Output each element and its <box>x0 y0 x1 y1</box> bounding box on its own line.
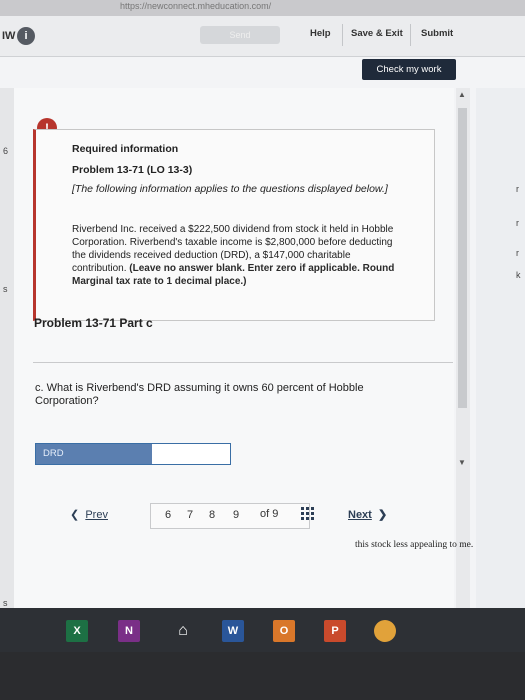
page-count: of 9 <box>260 508 279 520</box>
answer-row: DRD <box>35 443 231 465</box>
info-note: [The following information applies to th… <box>72 183 388 195</box>
help-button[interactable]: Help <box>310 28 331 39</box>
url-text[interactable]: https://newconnect.mheducation.com/ <box>120 1 271 11</box>
left-strip-text: 6 <box>3 146 9 156</box>
info-icon[interactable]: i <box>17 27 35 45</box>
page-number[interactable]: 8 <box>209 509 215 521</box>
powerpoint-icon[interactable]: P <box>324 620 346 642</box>
right-background-panel: r r r k <box>476 88 525 608</box>
onenote-icon[interactable]: N <box>118 620 140 642</box>
page-number[interactable]: 7 <box>187 509 193 521</box>
drd-label: DRD <box>36 444 152 464</box>
right-strip-text: k <box>516 270 521 280</box>
check-my-work-button[interactable]: Check my work <box>362 59 456 80</box>
scroll-up-icon[interactable]: ▲ <box>458 90 466 99</box>
submit-button[interactable]: Submit <box>421 28 453 39</box>
grid-icon[interactable] <box>300 506 316 522</box>
toolbar-divider <box>410 24 411 46</box>
brand-label: IW <box>2 30 16 42</box>
outlook-icon[interactable]: O <box>273 620 295 642</box>
excel-icon[interactable]: X <box>66 620 88 642</box>
next-button[interactable]: Next ❯ <box>348 508 387 521</box>
right-strip-text: r <box>516 218 519 228</box>
drd-input[interactable] <box>153 444 230 464</box>
send-button[interactable]: Send <box>200 26 280 44</box>
save-exit-button[interactable]: Save & Exit <box>351 28 403 39</box>
page-number[interactable]: 9 <box>233 509 239 521</box>
browser-icon[interactable] <box>374 620 396 642</box>
divider <box>33 362 453 363</box>
left-background-panel: 6 s s <box>0 88 14 608</box>
browser-address-bar: https://newconnect.mheducation.com/ <box>0 0 525 16</box>
scroll-thumb[interactable] <box>458 108 467 408</box>
page-number[interactable]: 6 <box>165 509 171 521</box>
scroll-down-icon[interactable]: ▼ <box>458 458 466 467</box>
pagination: ❮ Prev 6 7 8 9 of 9 Next ❯ <box>60 503 422 529</box>
right-strip-text: r <box>516 248 519 258</box>
word-icon[interactable]: W <box>222 620 244 642</box>
top-toolbar: IW i Send Help Save & Exit Submit <box>0 16 525 57</box>
page-selector: 6 7 8 9 <box>150 503 310 529</box>
prev-button[interactable]: ❮ Prev <box>70 508 108 521</box>
taskbar: X N ⌂ W O P <box>0 616 525 652</box>
prev-label: Prev <box>85 509 108 521</box>
left-strip-text: s <box>3 284 8 294</box>
question-text: c. What is Riverbend's DRD assuming it o… <box>35 382 364 407</box>
left-strip-text: s <box>3 598 8 608</box>
right-strip-text: r <box>516 184 519 194</box>
toolbar-divider <box>342 24 343 46</box>
problem-text: Riverbend Inc. received a $222,500 divid… <box>72 223 402 288</box>
problem-heading: Problem 13-71 (LO 13-3) <box>72 164 193 176</box>
home-icon[interactable]: ⌂ <box>172 620 194 642</box>
background-paper-text: this stock less appealing to me. <box>355 540 474 550</box>
part-title: Problem 13-71 Part c <box>34 316 153 330</box>
app-screen: IW i Send Help Save & Exit Submit Check … <box>0 16 525 608</box>
required-title: Required information <box>72 143 179 155</box>
required-information-box: Required information Problem 13-71 (LO 1… <box>33 129 435 321</box>
vertical-scrollbar[interactable]: ▲ ▼ <box>456 88 470 608</box>
next-label: Next <box>348 509 372 521</box>
monitor-bezel <box>0 652 525 700</box>
